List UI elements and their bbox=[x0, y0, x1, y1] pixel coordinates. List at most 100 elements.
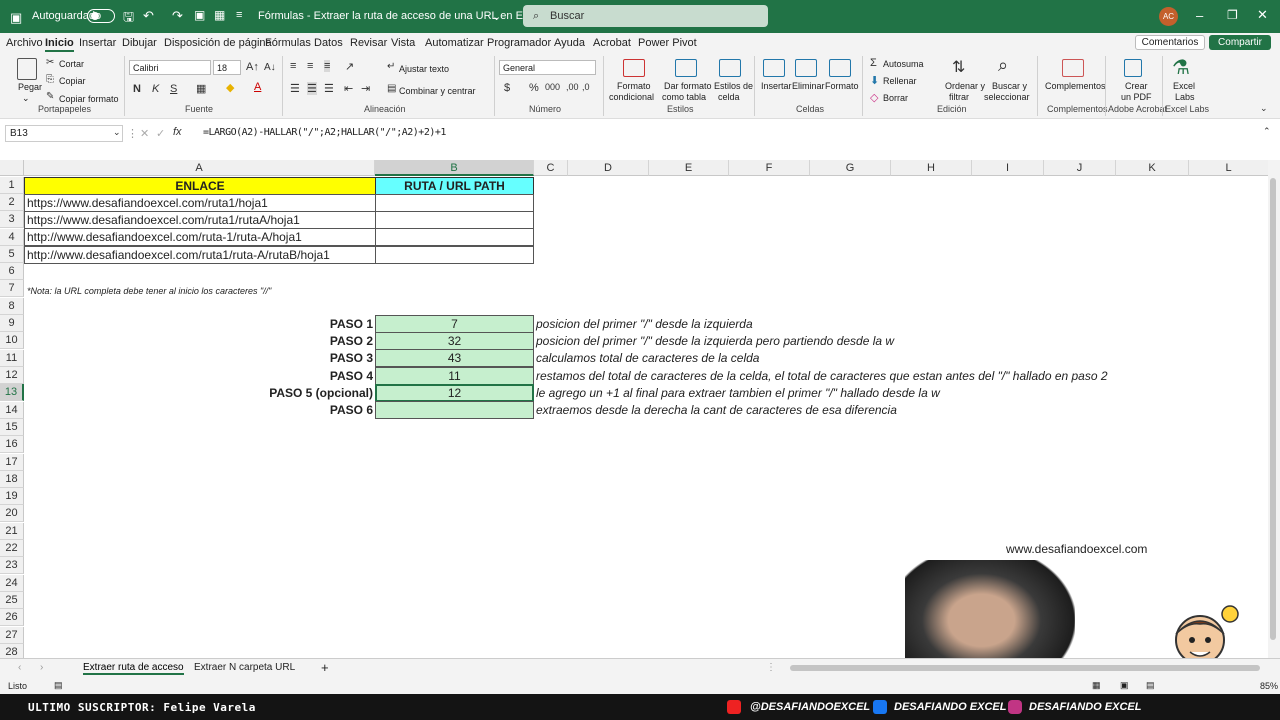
tab-programador[interactable]: Programador bbox=[487, 37, 551, 49]
delete-cells-button[interactable]: Eliminar bbox=[792, 81, 825, 91]
row-header-12[interactable]: 12 bbox=[0, 367, 24, 384]
decrease-indent-icon[interactable]: ⇤ bbox=[344, 82, 353, 95]
create-pdf-label-2[interactable]: un PDF bbox=[1121, 92, 1152, 102]
tab-revisar[interactable]: Revisar bbox=[350, 37, 387, 49]
tab-power-pivot[interactable]: Power Pivot bbox=[638, 37, 697, 49]
sort-filter-label-2[interactable]: filtrar bbox=[949, 92, 969, 102]
italic-button[interactable]: K bbox=[152, 83, 159, 95]
row-header-27[interactable]: 27 bbox=[0, 627, 24, 644]
add-sheet-icon[interactable]: + bbox=[321, 660, 329, 675]
row-header-9[interactable]: 9 bbox=[0, 315, 24, 332]
row-header-3[interactable]: 3 bbox=[0, 211, 24, 228]
underline-button[interactable]: S bbox=[170, 83, 177, 95]
excel-labs-label-1[interactable]: Excel bbox=[1173, 81, 1195, 91]
wrap-text-button[interactable]: Ajustar texto bbox=[399, 64, 449, 74]
maximize-icon[interactable]: ❐ bbox=[1227, 8, 1238, 22]
row-header-18[interactable]: 18 bbox=[0, 471, 24, 488]
tab-splitter-icon[interactable]: ⋮ bbox=[766, 662, 776, 673]
format-cells-button[interactable]: Formato bbox=[825, 81, 859, 91]
next-sheet-icon[interactable]: › bbox=[40, 662, 43, 673]
column-header-g[interactable]: G bbox=[810, 160, 891, 176]
orientation-icon[interactable]: ↗ bbox=[345, 60, 354, 73]
save-icon[interactable]: 🖫 bbox=[123, 8, 134, 30]
row-header-17[interactable]: 17 bbox=[0, 454, 24, 471]
thousands-icon[interactable]: 000 bbox=[545, 82, 560, 92]
fill-button[interactable]: Rellenar bbox=[883, 76, 917, 86]
create-pdf-label-1[interactable]: Crear bbox=[1125, 81, 1148, 91]
column-header-h[interactable]: H bbox=[891, 160, 972, 176]
column-header-b[interactable]: B bbox=[375, 160, 534, 176]
sheet-tab[interactable]: Extraer N carpeta URL bbox=[194, 662, 295, 673]
copy-button[interactable]: Copiar bbox=[59, 76, 86, 86]
row-header-23[interactable]: 23 bbox=[0, 557, 24, 574]
row-header-13[interactable]: 13 bbox=[0, 384, 24, 401]
avatar[interactable]: AC bbox=[1159, 7, 1178, 26]
url-cell[interactable]: https://www.desafiandoexcel.com/ruta1/ru… bbox=[24, 211, 376, 229]
tab-acrobat[interactable]: Acrobat bbox=[593, 37, 631, 49]
ruta-cell[interactable] bbox=[375, 211, 534, 229]
expand-formula-bar-icon[interactable]: ⌃ bbox=[1263, 126, 1271, 137]
row-header-25[interactable]: 25 bbox=[0, 592, 24, 609]
tab-ayuda[interactable]: Ayuda bbox=[554, 37, 585, 49]
column-header-a[interactable]: A bbox=[24, 160, 375, 176]
align-center-icon[interactable]: ☰ bbox=[307, 82, 317, 95]
close-icon[interactable]: ✕ bbox=[1257, 7, 1268, 23]
horizontal-scroll-thumb[interactable] bbox=[790, 665, 1260, 671]
row-header-7[interactable]: 7 bbox=[0, 280, 24, 297]
merge-center-button[interactable]: Combinar y centrar bbox=[399, 86, 476, 96]
step-value[interactable]: 32 bbox=[375, 332, 534, 350]
row-header-6[interactable]: 6 bbox=[0, 263, 24, 280]
step-value[interactable]: 43 bbox=[375, 349, 534, 367]
column-header-l[interactable]: L bbox=[1189, 160, 1268, 176]
macro-record-icon[interactable]: ▤ bbox=[54, 680, 63, 691]
clear-button[interactable]: Borrar bbox=[883, 93, 908, 103]
step-value[interactable]: 11 bbox=[375, 367, 534, 385]
zoom-level[interactable]: 85% bbox=[1260, 681, 1278, 691]
tab-automatizar[interactable]: Automatizar bbox=[425, 37, 484, 49]
row-header-22[interactable]: 22 bbox=[0, 540, 24, 557]
ruta-cell[interactable] bbox=[375, 228, 534, 246]
form-icon[interactable]: ▦ bbox=[214, 8, 225, 22]
ruta-cell[interactable] bbox=[375, 194, 534, 212]
format-table-label-2[interactable]: como tabla bbox=[662, 92, 706, 102]
row-header-20[interactable]: 20 bbox=[0, 505, 24, 522]
tab-formulas[interactable]: Fórmulas bbox=[265, 37, 311, 49]
row-header-10[interactable]: 10 bbox=[0, 332, 24, 349]
row-header-2[interactable]: 2 bbox=[0, 194, 24, 211]
title-chevron-down-icon[interactable]: ⌄ bbox=[492, 10, 501, 23]
step-value-selected[interactable]: 12 bbox=[375, 384, 534, 402]
font-color-icon[interactable]: A bbox=[254, 81, 261, 93]
more-options-icon[interactable]: ⋮ bbox=[127, 127, 138, 140]
currency-icon[interactable]: $ bbox=[504, 82, 510, 94]
column-header-d[interactable]: D bbox=[568, 160, 649, 176]
row-header-14[interactable]: 14 bbox=[0, 402, 24, 419]
format-table-label-1[interactable]: Dar formato bbox=[664, 81, 712, 91]
conditional-format-label-2[interactable]: condicional bbox=[609, 92, 654, 102]
name-box-chevron-icon[interactable]: ⌄ bbox=[113, 127, 121, 138]
borders-icon[interactable]: ▦ bbox=[196, 82, 206, 95]
row-header-8[interactable]: 8 bbox=[0, 298, 24, 315]
paste-icon[interactable] bbox=[17, 58, 37, 80]
autosave-toggle[interactable] bbox=[87, 9, 115, 23]
number-format-select[interactable]: General bbox=[499, 60, 596, 75]
excel-labs-label-2[interactable]: Labs bbox=[1175, 92, 1195, 102]
camera-icon[interactable]: ▣ bbox=[194, 8, 205, 22]
row-header-4[interactable]: 4 bbox=[0, 229, 24, 246]
grow-font-icon[interactable]: A↑ bbox=[246, 61, 259, 73]
cell-styles-label-1[interactable]: Estilos de bbox=[714, 81, 753, 91]
cell-styles-label-2[interactable]: celda bbox=[718, 92, 740, 102]
paste-button[interactable]: Pegar bbox=[18, 82, 42, 92]
tab-dibujar[interactable]: Dibujar bbox=[122, 37, 157, 49]
find-select-label-1[interactable]: Buscar y bbox=[992, 81, 1027, 91]
row-header-19[interactable]: 19 bbox=[0, 488, 24, 505]
customize-toolbar-icon[interactable]: ≡ bbox=[236, 9, 242, 21]
sort-filter-label-1[interactable]: Ordenar y bbox=[945, 81, 985, 91]
row-header-15[interactable]: 15 bbox=[0, 419, 24, 436]
ribbon-collapse-chevron-icon[interactable]: ⌄ bbox=[1260, 103, 1268, 114]
format-painter-button[interactable]: Copiar formato bbox=[59, 94, 119, 104]
autosum-button[interactable]: Autosuma bbox=[883, 59, 924, 69]
tab-disposicion[interactable]: Disposición de página bbox=[164, 37, 272, 49]
align-right-icon[interactable]: ☰ bbox=[324, 82, 334, 95]
confirm-formula-icon[interactable]: ✓ bbox=[156, 127, 165, 140]
ruta-cell[interactable] bbox=[375, 246, 534, 264]
